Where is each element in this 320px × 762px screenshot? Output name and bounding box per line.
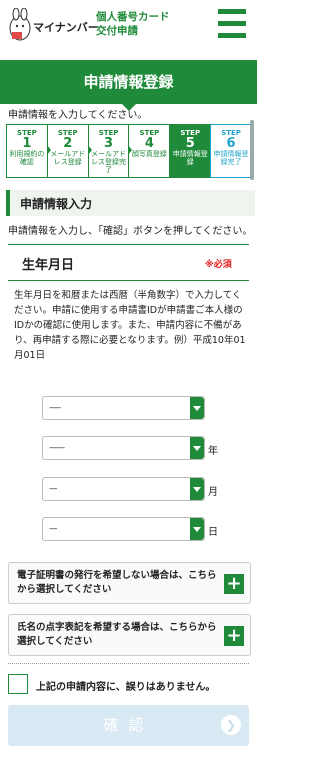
required-badge: ※必須 [205, 260, 232, 270]
option-text: 氏名の点字表記を希望する場合は、こちらから選択してください [17, 622, 217, 647]
step-4: STEP 4 顔写真登録 [128, 124, 174, 178]
select-value: ---- [49, 524, 57, 533]
step-arrow-icon [128, 145, 133, 155]
select-value: ------ [49, 403, 61, 412]
step-text: 申請情報登録完了 [213, 150, 249, 166]
logo-text: マイナンバー [33, 21, 99, 34]
dotted-divider [8, 663, 249, 664]
chevron-down-icon [190, 478, 204, 500]
header-title: 個人番号カード 交付申請 [96, 10, 170, 38]
agree-checkbox[interactable] [8, 674, 28, 694]
menu-bar [218, 33, 246, 38]
year-unit: 年 [208, 446, 218, 457]
page-title: 申請情報登録 [0, 60, 257, 111]
step-arrow-icon [87, 145, 92, 155]
step-1: STEP 1 利用規約の確認 [6, 124, 51, 178]
section-heading: 申請情報入力 [6, 190, 255, 216]
divider [8, 280, 249, 281]
menu-bar [218, 21, 246, 26]
agree-label: 上記の申請内容に、誤りはありません。 [36, 682, 216, 693]
era-select[interactable]: ------ [42, 396, 205, 420]
year-select[interactable]: -------- [42, 436, 205, 460]
step-6: STEP 6 申請情報登録完了 [210, 124, 252, 178]
step-arrow-icon [169, 145, 174, 155]
plus-icon[interactable]: + [224, 574, 244, 594]
step-5: STEP 5 申請情報登録 [169, 124, 212, 178]
no-certificate-option[interactable]: 電子証明書の発行を希望しない場合は、こちらから選択してください + [8, 562, 251, 604]
step-indicator: STEP 1 利用規約の確認 STEP 2 メールアドレス登録 STEP 3 メ… [6, 124, 252, 178]
step-2: STEP 2 メールアドレス登録 [46, 124, 92, 178]
step-arrow-icon [46, 145, 51, 155]
option-text: 電子証明書の発行を希望しない場合は、こちらから選択してください [17, 570, 217, 595]
step-number: 2 [63, 136, 73, 151]
day-unit: 日 [208, 527, 218, 538]
section-description: 申請情報を入力し、「確認」ボタンを押してください。 [8, 226, 253, 237]
scrollbar[interactable] [250, 120, 254, 620]
step-number: 6 [226, 136, 236, 151]
header: マイナンバー 個人番号カード 交付申請 [0, 0, 257, 50]
step-number: 3 [104, 136, 114, 151]
select-value: -------- [49, 443, 65, 452]
page-intro: 申請情報を入力してください。 [8, 110, 148, 121]
chevron-down-icon [190, 518, 204, 540]
chevron-down-icon [190, 437, 204, 459]
field-help-text: 生年月日を和暦または西暦（半角数字）で入力してください。申請に使用する申請書ID… [14, 290, 246, 361]
step-text: メールアドレス登録 [50, 150, 86, 166]
menu-bar [218, 9, 246, 14]
step-text: 利用規約の確認 [9, 150, 45, 166]
mascot-logo-icon [9, 8, 31, 41]
header-title-line2: 交付申請 [96, 25, 138, 37]
plus-icon[interactable]: + [224, 626, 244, 646]
step-text: 申請情報登録 [172, 150, 208, 166]
divider [8, 244, 249, 245]
step-text: メールアドレス登録完了 [91, 150, 127, 174]
confirm-label: 確認 [103, 716, 154, 734]
braille-option[interactable]: 氏名の点字表記を希望する場合は、こちらから選択してください + [8, 614, 251, 656]
day-select[interactable]: ---- [42, 517, 205, 541]
step-number: 1 [22, 136, 32, 151]
chevron-down-icon [190, 397, 204, 419]
month-unit: 月 [208, 487, 218, 498]
menu-button[interactable] [218, 9, 246, 39]
chevron-right-icon: ❯ [221, 715, 241, 735]
section-title: 申請情報入力 [20, 197, 93, 211]
field-label-birthdate: 生年月日 [22, 258, 75, 273]
month-select[interactable]: ---- [42, 477, 205, 501]
header-title-line1: 個人番号カード [96, 11, 170, 23]
step-number: 5 [185, 136, 195, 151]
step-3: STEP 3 メールアドレス登録完了 [87, 124, 133, 178]
step-number: 4 [144, 136, 154, 151]
select-value: ---- [49, 484, 57, 493]
confirm-button[interactable]: 確認 ❯ [8, 705, 249, 746]
step-text: 顔写真登録 [131, 150, 167, 158]
